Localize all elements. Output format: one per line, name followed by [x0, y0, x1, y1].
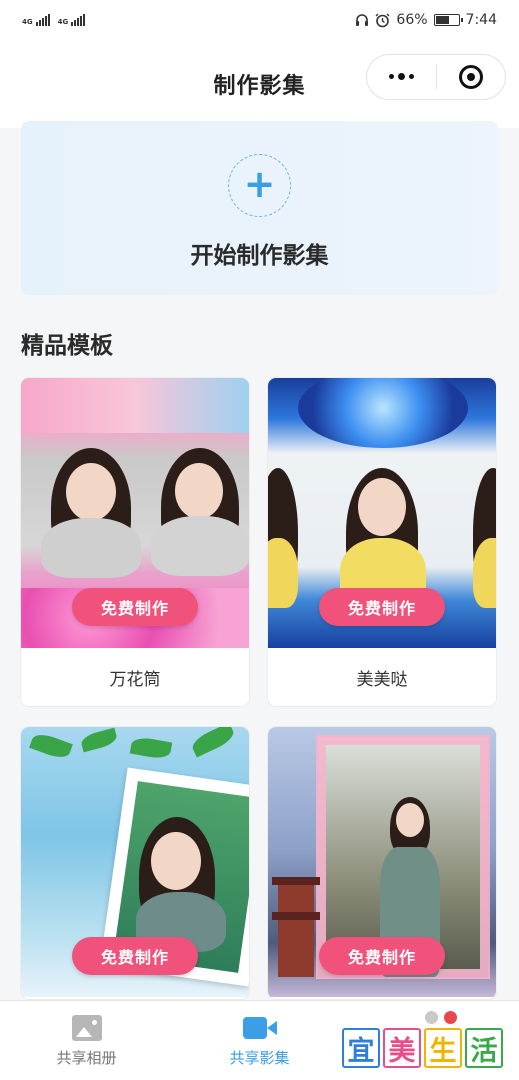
status-bar: 4G 4G 66% 7:44: [0, 0, 519, 40]
template-name: [268, 997, 496, 999]
template-thumbnail: 免费制作: [21, 727, 249, 997]
alarm-icon: [375, 13, 390, 27]
network-type-2: 4G: [57, 18, 69, 26]
tab-label: 共享影集: [229, 1049, 290, 1067]
status-right: 66% 7:44: [355, 12, 497, 28]
video-camera-icon: [242, 1015, 277, 1041]
signal-1: 4G: [22, 14, 50, 26]
template-name: 万花筒: [21, 648, 249, 706]
tab-shared-album[interactable]: 共享相册: [0, 1001, 173, 1080]
clock: 7:44: [465, 12, 497, 28]
signal-bars-icon: [71, 14, 86, 26]
signal-2: 4G: [58, 14, 86, 26]
watermark-char: 生: [424, 1028, 462, 1068]
free-make-button[interactable]: 免费制作: [319, 937, 445, 975]
headphones-icon: [356, 14, 369, 26]
battery-percent: 66%: [396, 12, 428, 28]
watermark-char: 宜: [342, 1028, 380, 1068]
signal-bars-icon: [35, 14, 50, 26]
more-button[interactable]: [367, 54, 436, 100]
photo-album-icon: [71, 1015, 102, 1041]
create-album-label: 开始制作影集: [190, 243, 329, 269]
more-dots-icon: [388, 73, 414, 80]
section-title: 精品模板: [21, 333, 113, 359]
tab-label: 共享相册: [56, 1049, 117, 1067]
template-name: 美美哒: [268, 648, 496, 706]
tab-shared-video[interactable]: 共享影集: [173, 1001, 346, 1080]
watermark-char: 活: [465, 1028, 503, 1068]
watermark-logo: 宜 美 生 活: [342, 1028, 503, 1068]
network-type-1: 4G: [22, 18, 33, 26]
battery-icon: [433, 14, 463, 26]
free-make-button[interactable]: 免费制作: [72, 937, 198, 975]
watermark-dots: [425, 1011, 457, 1024]
free-make-button[interactable]: 免费制作: [72, 588, 198, 626]
template-thumbnail: 免费制作: [21, 378, 249, 648]
close-target-icon: [458, 65, 483, 89]
top-bar: 制作影集: [0, 40, 519, 128]
template-thumbnail: 免费制作: [268, 727, 496, 997]
add-icon[interactable]: +: [228, 154, 291, 217]
template-card[interactable]: 免费制作: [268, 727, 496, 999]
template-thumbnail: 免费制作: [268, 378, 496, 648]
template-card[interactable]: 免费制作: [21, 727, 249, 999]
close-button[interactable]: [437, 54, 506, 100]
template-card[interactable]: 免费制作 美美哒: [268, 378, 496, 706]
mini-program-capsule: [366, 54, 506, 100]
signal-indicators: 4G 4G: [22, 14, 86, 26]
template-card[interactable]: 免费制作 万花筒: [21, 378, 249, 706]
free-make-button[interactable]: 免费制作: [319, 588, 445, 626]
template-name: [21, 997, 249, 999]
watermark-char: 美: [383, 1028, 421, 1068]
